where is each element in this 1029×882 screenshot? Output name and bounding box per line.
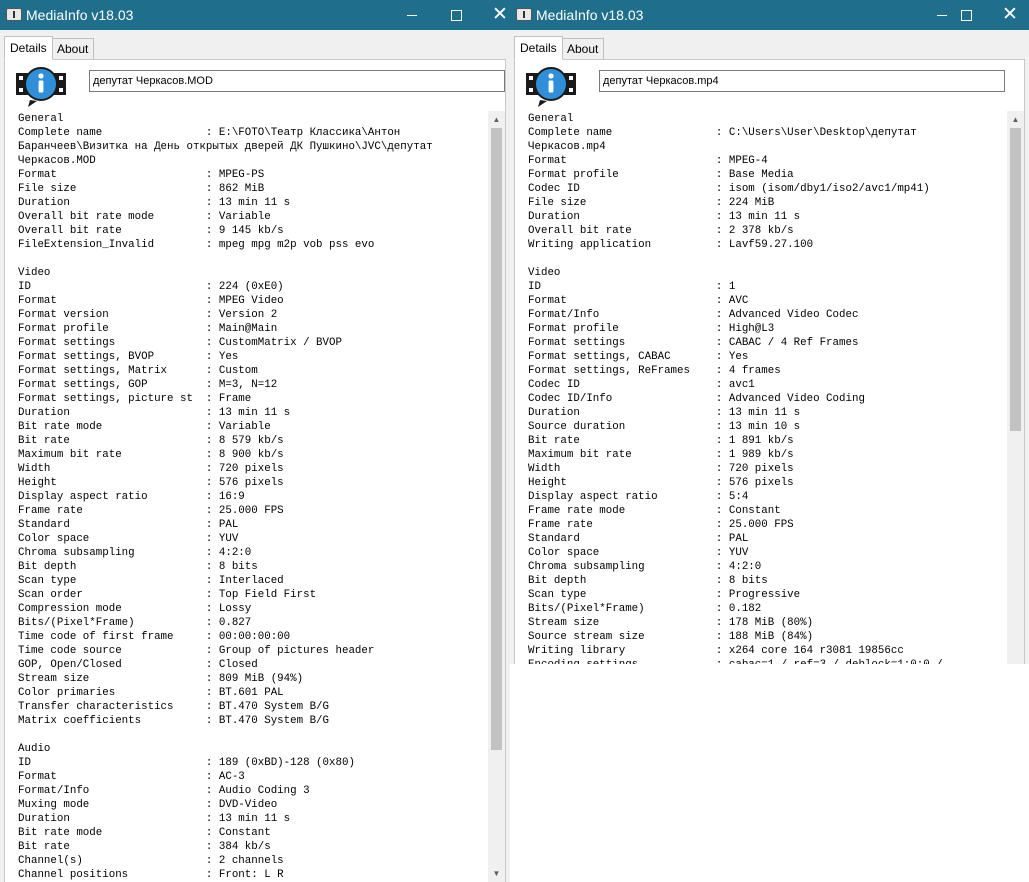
mediainfo-logo-icon (526, 67, 576, 107)
media-info-lines: General Complete name : E:\FOTO\Театр Кл… (18, 113, 433, 881)
window-title: MediaInfo v18.03 (26, 7, 134, 23)
file-name-field[interactable]: депутат Черкасов.MOD (89, 70, 505, 92)
maximize-button[interactable] (943, 0, 989, 30)
scroll-up-arrow-icon[interactable]: ▲ (488, 111, 505, 128)
mediainfo-app-icon[interactable] (516, 8, 532, 21)
minimize-button[interactable] (389, 0, 435, 30)
media-info-lines: General Complete name : C:\Users\User\De… (528, 113, 943, 664)
window-title: MediaInfo v18.03 (536, 7, 644, 23)
mediainfo-window-left: MediaInfo v18.03 ✕ Details About депутат… (0, 0, 510, 882)
vertical-scrollbar[interactable]: ▲ (1007, 111, 1024, 664)
scroll-thumb[interactable] (491, 128, 502, 750)
tab-about[interactable]: About (561, 38, 605, 60)
scroll-thumb[interactable] (1010, 128, 1021, 431)
maximize-button[interactable] (433, 0, 479, 30)
mediainfo-app-icon[interactable] (6, 8, 22, 21)
vertical-scrollbar[interactable]: ▲ ▼ (488, 111, 505, 882)
scroll-down-arrow-icon[interactable]: ▼ (488, 865, 505, 882)
tab-about[interactable]: About (51, 38, 95, 60)
media-info-text[interactable]: General Complete name : C:\Users\User\De… (524, 111, 1024, 664)
title-bar[interactable]: MediaInfo v18.03 ✕ (0, 0, 510, 30)
close-button[interactable]: ✕ (477, 0, 510, 30)
tab-details[interactable]: Details (4, 36, 53, 60)
details-panel: депутат Черкасов.MOD General Complete na… (4, 59, 506, 882)
mediainfo-window-right: MediaInfo v18.03 ✕ Details About депутат… (510, 0, 1029, 664)
media-info-text[interactable]: General Complete name : E:\FOTO\Театр Кл… (14, 111, 505, 882)
details-panel: депутат Черкасов.mp4 General Complete na… (514, 59, 1025, 664)
tab-details[interactable]: Details (514, 36, 563, 60)
title-bar[interactable]: MediaInfo v18.03 ✕ (510, 0, 1029, 30)
close-button[interactable]: ✕ (987, 0, 1029, 30)
file-name-field[interactable]: депутат Черкасов.mp4 (599, 70, 1005, 92)
mediainfo-logo-icon (16, 67, 66, 107)
scroll-up-arrow-icon[interactable]: ▲ (1007, 111, 1024, 128)
